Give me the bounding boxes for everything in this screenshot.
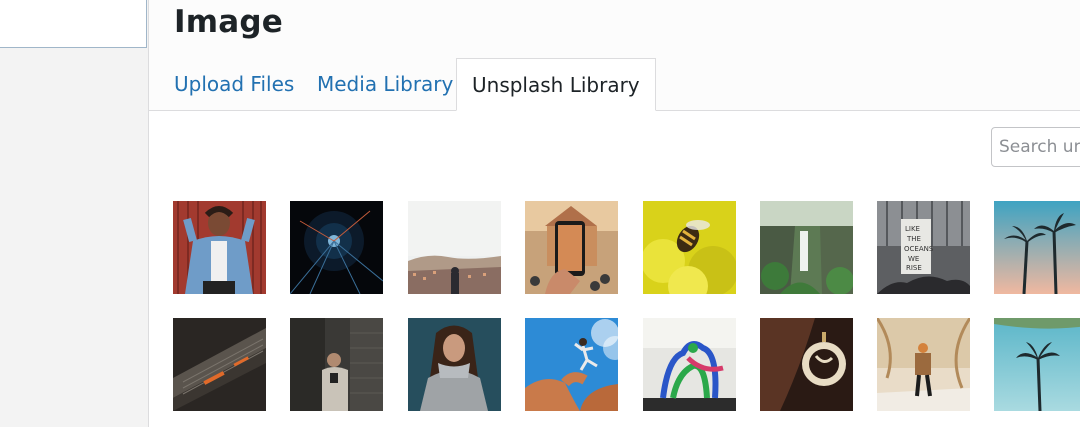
photo-light-tunnel[interactable] <box>290 201 383 294</box>
photo-earring-closeup[interactable] <box>760 318 853 411</box>
tab-unsplash-library[interactable]: Unsplash Library <box>456 58 656 111</box>
page-title: Image <box>174 4 283 40</box>
photo-phone-temple[interactable] <box>525 201 618 294</box>
tab-bar: Upload Files Media Library Unsplash Libr… <box>149 58 1080 111</box>
photo-woman-scarf[interactable] <box>408 318 501 411</box>
photo-ocean-protest-sign[interactable]: LIKE THE OCEANS WE RISE <box>877 201 970 294</box>
photo-palm-tree-single[interactable] <box>994 318 1080 411</box>
photo-escalator[interactable] <box>173 318 266 411</box>
photo-bee-yellow-flowers[interactable] <box>643 201 736 294</box>
left-sidebar <box>0 0 149 427</box>
sidebar-selected-item[interactable] <box>0 0 147 48</box>
svg-text:LIKE: LIKE <box>905 225 920 233</box>
photo-jumping-rock-arch[interactable] <box>525 318 618 411</box>
search-box <box>991 127 1080 167</box>
photo-hiker-beach[interactable] <box>877 318 970 411</box>
photo-colorful-sculpture[interactable] <box>643 318 736 411</box>
photo-palm-trees-sky[interactable] <box>994 201 1080 294</box>
svg-text:OCEANS: OCEANS <box>904 245 934 253</box>
photo-man-phone-corridor[interactable] <box>290 318 383 411</box>
svg-text:THE: THE <box>906 235 921 243</box>
search-input[interactable] <box>992 128 1080 166</box>
tab-media-library[interactable]: Media Library <box>317 58 453 110</box>
tab-upload-files[interactable]: Upload Files <box>174 58 294 110</box>
photo-city-overlook[interactable] <box>408 201 501 294</box>
photo-woman-denim-jacket[interactable] <box>173 201 266 294</box>
photo-waterfall[interactable] <box>760 201 853 294</box>
svg-text:RISE: RISE <box>906 264 922 272</box>
svg-text:WE: WE <box>908 255 919 263</box>
